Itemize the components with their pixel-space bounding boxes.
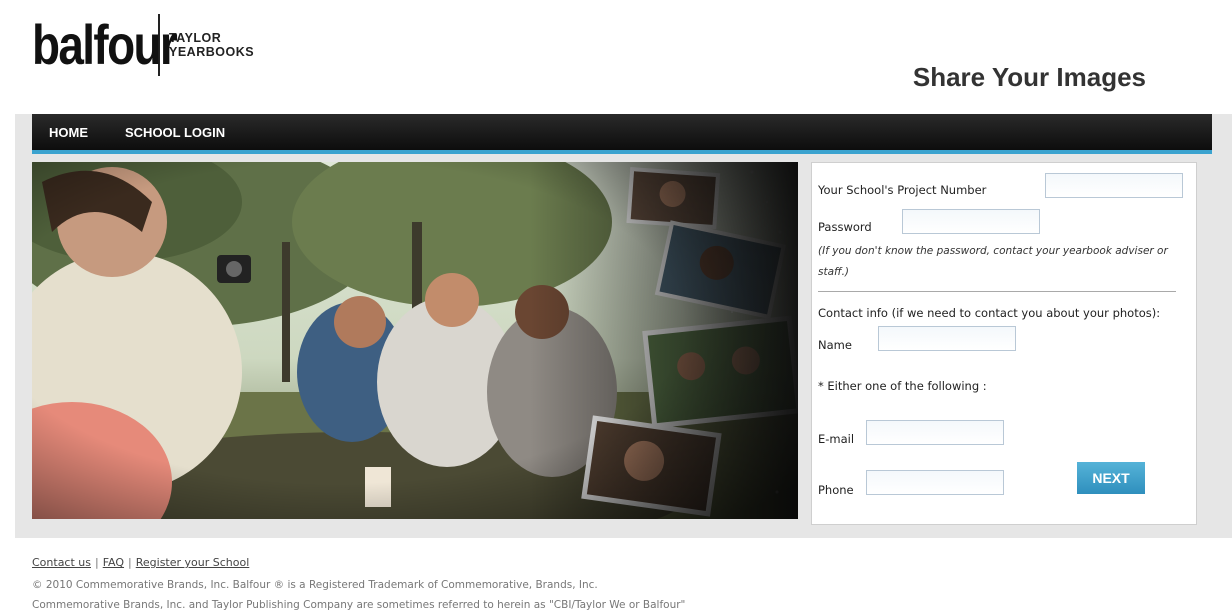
hero-photo [32, 162, 798, 519]
contact-info-heading: Contact info (if we need to contact you … [818, 306, 1161, 320]
logo-wordmark: balfour [32, 13, 178, 76]
email-input[interactable] [866, 420, 1004, 445]
footer-copyright: © 2010 Commemorative Brands, Inc. Balfou… [32, 579, 598, 591]
password-help-note: (If you don't know the password, contact… [818, 245, 1168, 278]
footer-separator: | [128, 556, 132, 569]
project-number-label: Your School's Project Number [818, 183, 987, 197]
top-navbar: HOME SCHOOL LOGIN [32, 114, 1212, 154]
footer-disclaimer: Commemorative Brands, Inc. and Taylor Pu… [32, 599, 686, 611]
nav-item-home[interactable]: HOME [49, 125, 88, 140]
next-button[interactable]: NEXT [1077, 462, 1145, 494]
logo-subtitle: TAYLOR YEARBOOKS [169, 31, 254, 59]
hero-illustration [32, 162, 798, 519]
balfour-logo: balfour TAYLOR YEARBOOKS [32, 12, 254, 78]
password-label: Password [818, 220, 872, 234]
form-divider [818, 291, 1176, 292]
password-input[interactable] [902, 209, 1040, 234]
upload-login-form: Your School's Project Number Password (I… [811, 162, 1197, 525]
name-input[interactable] [878, 326, 1016, 351]
name-label: Name [818, 338, 852, 352]
logo-subtitle-line1: TAYLOR [169, 31, 222, 45]
either-one-label: * Either one of the following : [818, 379, 987, 393]
logo-subtitle-line2: YEARBOOKS [169, 45, 255, 59]
phone-input[interactable] [866, 470, 1004, 495]
footer: Contact us | FAQ | Register your School © 20… [32, 556, 685, 615]
footer-link-register-school[interactable]: Register your School [136, 556, 250, 569]
project-number-input[interactable] [1045, 173, 1183, 198]
footer-link-contact[interactable]: Contact us [32, 556, 91, 569]
footer-links: Contact us | FAQ | Register your School [32, 556, 685, 569]
phone-label: Phone [818, 483, 854, 497]
main-content-panel: HOME SCHOOL LOGIN Your School's Project … [15, 114, 1232, 538]
footer-link-faq[interactable]: FAQ [103, 556, 124, 569]
page-title: Share Your Images [912, 62, 1146, 92]
nav-item-school-login[interactable]: SCHOOL LOGIN [125, 125, 225, 140]
email-label: E-mail [818, 432, 855, 446]
footer-separator: | [95, 556, 99, 569]
